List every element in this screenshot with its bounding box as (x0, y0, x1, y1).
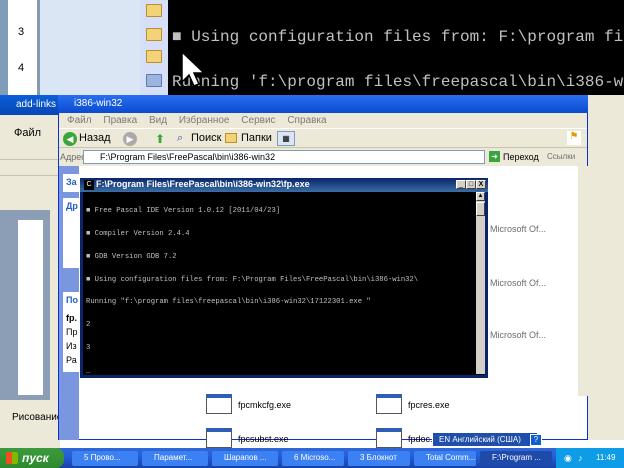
search-button[interactable]: Поиск (191, 132, 221, 144)
console-output[interactable]: ■ Free Pascal IDE Version 1.0.12 [2011/0… (84, 192, 476, 374)
search-icon: ⌕ (177, 132, 184, 144)
console-app-icon[interactable]: C (84, 180, 94, 190)
menu-edit[interactable]: Правка (103, 115, 137, 126)
console-line: ■ Free Pascal IDE Version 1.0.12 [2011/0… (86, 207, 281, 216)
console-line: ■ Using configuration files from: F:\Pro… (86, 275, 419, 284)
word-menu-file[interactable]: Файл (0, 127, 60, 141)
task-box[interactable]: Др (63, 198, 79, 268)
word-window-title[interactable]: add-links (0, 95, 60, 115)
speaker-icon[interactable]: ♪ (578, 453, 583, 463)
console-line: Running "f:\program files\freepascal\bin… (86, 298, 371, 307)
console-line: ■ GDB Version GDB 7.2 (86, 252, 177, 261)
windows-logo-icon: ⚑ (567, 131, 581, 145)
taskbar-item[interactable]: Шарапов ... (212, 451, 278, 466)
folders-button[interactable]: Папки (241, 132, 272, 144)
scroll-up-icon[interactable]: ▲ (476, 192, 485, 201)
address-input[interactable]: F:\Program Files\FreePascal\bin\i386-win… (83, 150, 485, 164)
file-type-label: Microsoft Of... (490, 224, 547, 234)
windows-flag-icon (6, 452, 18, 464)
file-name[interactable]: fpcsubst.exe (238, 434, 289, 444)
up-folder-icon[interactable]: ⬆ (155, 132, 165, 146)
taskbar-item[interactable]: 6 Microso... (282, 451, 344, 466)
vertical-ruler: 3 4 (8, 0, 38, 95)
taskbar-item-active[interactable]: F:\Program ... (480, 451, 552, 466)
folder-icon[interactable] (146, 28, 162, 41)
background-console-output: ■ Using configuration files from: F:\pro… (168, 0, 624, 95)
ruler-number: 4 (18, 62, 25, 74)
maximize-button[interactable]: □ (466, 180, 476, 189)
exe-file-icon[interactable] (376, 394, 402, 414)
taskbar-item[interactable]: Total Comm... (414, 451, 476, 466)
file-type-label: Microsoft Of... (490, 278, 547, 288)
back-button[interactable]: Назад (79, 132, 111, 144)
folder-icons-strip (140, 0, 168, 95)
program-icon[interactable] (146, 74, 162, 87)
console-line: Running 'f:\program files\freepascal\bin… (172, 73, 624, 91)
drawing-toolbar-label[interactable]: Рисование (0, 410, 62, 426)
clock[interactable]: 11:49 (596, 453, 615, 462)
word-toolbar (0, 144, 60, 160)
exe-file-icon[interactable] (376, 428, 402, 448)
scroll-thumb[interactable] (476, 202, 485, 216)
menu-view[interactable]: Вид (149, 115, 167, 126)
console-cursor: _ (86, 366, 91, 374)
explorer-title[interactable]: i386-win32 (58, 95, 588, 113)
mouse-cursor-icon (181, 50, 206, 87)
console-line: 2 (86, 321, 91, 330)
minimize-button[interactable]: _ (456, 180, 466, 189)
file-name[interactable]: fpcres.exe (408, 400, 450, 410)
details-box: По fp. Пр Из Ра (63, 292, 79, 372)
file-name[interactable]: fpcmkcfg.exe (238, 400, 291, 410)
console-title[interactable]: F:\Program Files\FreePascal\bin\i386-win… (80, 178, 488, 192)
ruler-number: 3 (18, 26, 25, 38)
console-line: 3 (86, 343, 91, 352)
word-sidebar (40, 0, 140, 95)
links-label[interactable]: Ссылки (547, 152, 575, 161)
taskbar-item[interactable]: 3 Блокнот (348, 451, 410, 466)
folder-icon[interactable] (146, 50, 162, 63)
address-bar: Адрес: F:\Program Files\FreePascal\bin\i… (59, 148, 587, 166)
explorer-scrollbar[interactable] (578, 166, 588, 396)
go-arrow-icon: ➜ (489, 151, 500, 162)
right-window-edge (588, 95, 624, 440)
menu-favorites[interactable]: Избранное (179, 115, 230, 126)
word-page[interactable] (18, 220, 43, 395)
console-line: ■ Using configuration files from: F:\pro… (172, 28, 624, 46)
language-bar[interactable]: EN Английский (США) (432, 432, 538, 447)
taskbar-item[interactable]: 5 Прово... (72, 451, 138, 466)
console-scrollbar[interactable]: ▲ (476, 192, 485, 374)
explorer-menu-bar: Файл Правка Вид Избранное Сервис Справка (59, 113, 587, 128)
forward-arrow-icon[interactable]: ▶ (123, 132, 137, 146)
details-line: Ра (66, 355, 77, 365)
help-icon[interactable]: ? (530, 434, 542, 446)
console-line: ■ Compiler Version 2.4.4 (86, 229, 190, 238)
tray-icon[interactable]: ◉ (564, 453, 572, 464)
go-button[interactable]: Переход (503, 152, 539, 162)
exe-file-icon[interactable] (206, 428, 232, 448)
details-line: fp. (66, 313, 77, 323)
folders-icon (225, 133, 237, 143)
explorer-toolbar: ◀ Назад ▶ ⬆ ⌕ Поиск Папки ▦ ⚑ (59, 128, 587, 148)
menu-file[interactable]: Файл (67, 115, 92, 126)
taskbar-item[interactable]: Парамет... (142, 451, 208, 466)
folder-icon[interactable] (146, 4, 162, 17)
task-box[interactable]: За (63, 174, 79, 192)
file-type-label: Microsoft Of... (490, 330, 547, 340)
details-line: Пр (66, 327, 78, 337)
exe-file-icon[interactable] (206, 394, 232, 414)
views-icon[interactable]: ▦ (277, 131, 295, 146)
back-arrow-icon: ◀ (63, 132, 77, 146)
details-heading[interactable]: По (66, 295, 78, 305)
menu-help[interactable]: Справка (287, 115, 326, 126)
details-line: Из (66, 341, 77, 351)
task-pane: За Др По fp. Пр Из Ра (59, 166, 79, 440)
word-toolbar (0, 160, 60, 176)
close-button[interactable]: X (476, 180, 486, 189)
menu-tools[interactable]: Сервис (241, 115, 275, 126)
